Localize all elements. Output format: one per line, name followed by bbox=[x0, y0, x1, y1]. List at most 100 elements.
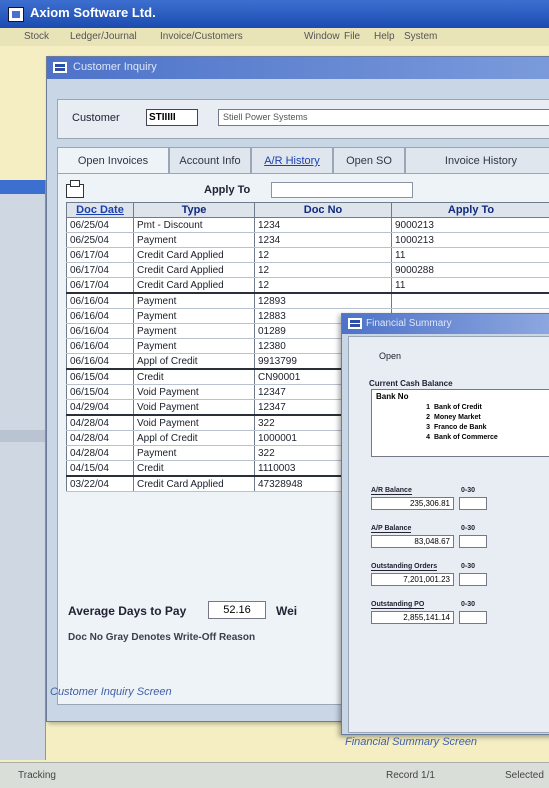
customer-inquiry-caption: Customer Inquiry Screen bbox=[50, 686, 172, 698]
bank-list: Bank No 1Bank of Credit 2Money Market 3F… bbox=[371, 389, 549, 457]
menu-item-window[interactable]: Window bbox=[304, 31, 340, 42]
table-row[interactable]: 06/17/04Credit Card Applied129000288 bbox=[67, 263, 549, 278]
customer-inquiry-titlebar[interactable]: Customer Inquiry bbox=[47, 57, 549, 79]
cell-doc-date: 06/16/04 bbox=[67, 354, 134, 370]
bank-no: 4 bbox=[402, 434, 430, 441]
outstanding-po-value: 2,855,141.14 bbox=[371, 611, 454, 624]
bank-row[interactable]: 4 Bank of Commerce bbox=[402, 434, 498, 441]
tab-account-info[interactable]: Account Info bbox=[169, 147, 251, 175]
financial-summary-titlebar[interactable]: Financial Summary bbox=[342, 314, 549, 334]
aging-label: 0-30 bbox=[461, 487, 475, 494]
background-window bbox=[0, 180, 46, 760]
cell-type: Payment bbox=[134, 233, 255, 248]
bank-no-header: Bank No bbox=[376, 392, 408, 401]
cell-apply-to bbox=[392, 293, 549, 309]
menu-item-help[interactable]: Help bbox=[374, 31, 395, 42]
status-bar: Tracking Record 1/1 Selected bbox=[0, 762, 549, 788]
cell-type: Payment bbox=[134, 309, 255, 324]
cell-doc-date: 06/25/04 bbox=[67, 233, 134, 248]
average-days-label: Average Days to Pay bbox=[68, 604, 186, 618]
legend-text: Doc No Gray Denotes Write-Off Reason bbox=[68, 632, 255, 643]
cell-doc-date: 06/15/04 bbox=[67, 385, 134, 400]
cell-type: Void Payment bbox=[134, 385, 255, 400]
tab-ar-history[interactable]: A/R History bbox=[251, 147, 333, 175]
status-left: Tracking bbox=[18, 770, 56, 781]
table-row[interactable]: 06/25/04Pmt - Discount12349000213 bbox=[67, 218, 549, 233]
aging-value bbox=[459, 535, 487, 548]
cell-apply-to: 9000213 bbox=[392, 218, 549, 233]
ar-balance-label: A/R Balance bbox=[371, 487, 412, 495]
aging-value bbox=[459, 573, 487, 586]
cell-doc-date: 06/15/04 bbox=[67, 369, 134, 385]
cell-doc-date: 04/15/04 bbox=[67, 461, 134, 477]
ar-balance-value: 235,306.81 bbox=[371, 497, 454, 510]
cell-type: Credit Card Applied bbox=[134, 278, 255, 294]
status-right: Selected bbox=[505, 770, 544, 781]
financial-summary-caption: Financial Summary Screen bbox=[345, 736, 477, 748]
aging-label: 0-30 bbox=[461, 563, 475, 570]
bank-row[interactable]: 1Bank of Credit bbox=[402, 404, 482, 411]
cell-doc-date: 06/25/04 bbox=[67, 218, 134, 233]
cell-doc-no: 1234 bbox=[255, 218, 392, 233]
menubar: Stock Ledger/Journal Invoice/Customers W… bbox=[0, 28, 549, 46]
menu-item-stock[interactable]: Stock bbox=[24, 31, 49, 42]
cell-apply-to: 9000288 bbox=[392, 263, 549, 278]
cell-type: Payment bbox=[134, 446, 255, 461]
cell-doc-date: 04/28/04 bbox=[67, 415, 134, 431]
aging-label: 0-30 bbox=[461, 601, 475, 608]
table-row[interactable]: 06/25/04Payment12341000213 bbox=[67, 233, 549, 248]
cell-apply-to: 1000213 bbox=[392, 233, 549, 248]
average-days-value: 52.16 bbox=[208, 601, 266, 619]
cell-doc-date: 06/16/04 bbox=[67, 339, 134, 354]
aging-label: 0-30 bbox=[461, 525, 475, 532]
menu-item-system[interactable]: System bbox=[404, 31, 437, 42]
cell-type: Payment bbox=[134, 339, 255, 354]
bank-row[interactable]: 3Franco de Bank bbox=[402, 424, 487, 431]
cell-doc-date: 04/29/04 bbox=[67, 400, 134, 416]
table-row[interactable]: 06/17/04Credit Card Applied1211 bbox=[67, 278, 549, 294]
outstanding-orders-label: Outstanding Orders bbox=[371, 563, 437, 571]
background-window-titlebar bbox=[0, 180, 45, 194]
column-header-doc-no[interactable]: Doc No bbox=[255, 203, 392, 218]
printer-icon[interactable] bbox=[66, 184, 84, 198]
menu-item-ledger[interactable]: Ledger/Journal bbox=[70, 31, 137, 42]
bank-row[interactable]: 2Money Market bbox=[402, 414, 481, 421]
cell-type: Credit Card Applied bbox=[134, 476, 255, 492]
column-header-doc-date[interactable]: Doc Date bbox=[67, 203, 134, 218]
cell-doc-no: 12 bbox=[255, 248, 392, 263]
cell-type: Appl of Credit bbox=[134, 354, 255, 370]
cell-doc-date: 06/16/04 bbox=[67, 293, 134, 309]
cell-doc-date: 03/22/04 bbox=[67, 476, 134, 492]
customer-code-field[interactable]: STIIIII bbox=[146, 109, 198, 126]
cell-type: Credit bbox=[134, 461, 255, 477]
customer-inquiry-title: Customer Inquiry bbox=[73, 61, 157, 73]
tab-open-invoices[interactable]: Open Invoices bbox=[57, 147, 169, 175]
tab-bar: Open Invoices Account Info A/R History O… bbox=[57, 147, 549, 173]
menu-item-file[interactable]: File bbox=[344, 31, 360, 42]
cell-doc-no: 12 bbox=[255, 263, 392, 278]
table-row[interactable]: 06/16/04Payment12893 bbox=[67, 293, 549, 309]
cell-type: Credit Card Applied bbox=[134, 263, 255, 278]
bank-name: Bank of Commerce bbox=[434, 434, 498, 441]
menu-item-invoice[interactable]: Invoice/Customers bbox=[160, 31, 243, 42]
apply-to-input[interactable] bbox=[271, 182, 413, 198]
customer-label: Customer bbox=[72, 112, 120, 124]
cell-apply-to: 11 bbox=[392, 248, 549, 263]
app-title: Axiom Software Ltd. bbox=[30, 5, 156, 20]
cell-type: Credit Card Applied bbox=[134, 248, 255, 263]
outstanding-orders-value: 7,201,001.23 bbox=[371, 573, 454, 586]
tab-invoice-history[interactable]: Invoice History bbox=[405, 147, 549, 175]
bank-no: 3 bbox=[402, 424, 430, 431]
tab-open-so[interactable]: Open SO bbox=[333, 147, 405, 175]
cell-type: Void Payment bbox=[134, 415, 255, 431]
aging-value bbox=[459, 611, 487, 624]
financial-summary-body: Open Current Cash Balance Bank No 1Bank … bbox=[348, 336, 549, 733]
table-row[interactable]: 06/17/04Credit Card Applied1211 bbox=[67, 248, 549, 263]
column-header-type[interactable]: Type bbox=[134, 203, 255, 218]
customer-panel: Customer STIIIII Stiell Power Systems bbox=[57, 99, 549, 139]
cell-doc-date: 06/17/04 bbox=[67, 248, 134, 263]
column-header-apply-to[interactable]: Apply To bbox=[392, 203, 549, 218]
main-titlebar: Axiom Software Ltd. bbox=[0, 0, 549, 28]
ap-balance-value: 83,048.67 bbox=[371, 535, 454, 548]
cell-doc-no: 12893 bbox=[255, 293, 392, 309]
